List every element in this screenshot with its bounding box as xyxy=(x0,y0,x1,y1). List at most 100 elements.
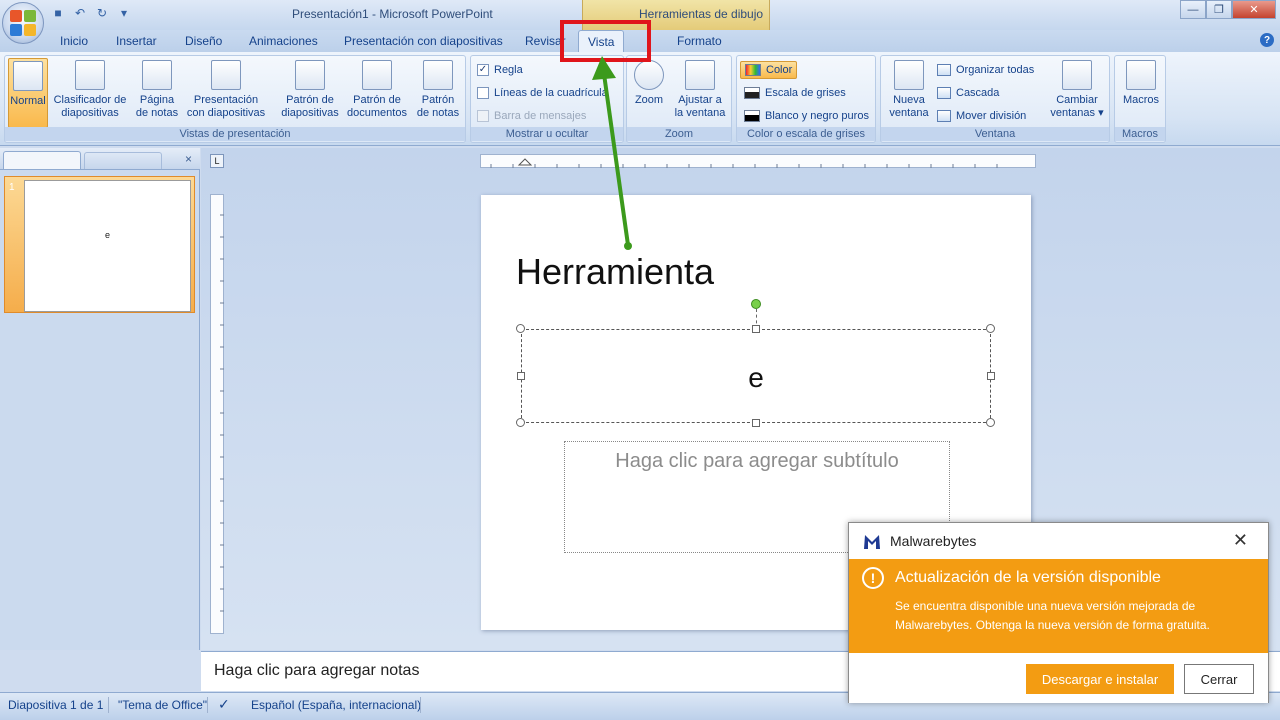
tab-outline[interactable] xyxy=(84,152,162,169)
macros-button[interactable]: Macros xyxy=(1119,58,1163,107)
tab-diseno[interactable]: Diseño xyxy=(185,34,222,48)
slide-thumbnail-selected[interactable]: 1 e xyxy=(4,176,195,313)
toast-message: Se encuentra disponible una nueva versió… xyxy=(895,599,1210,632)
slide-sorter-button[interactable]: Clasificador de diapositivas xyxy=(51,58,129,120)
minimize-button[interactable]: — xyxy=(1180,0,1206,19)
download-install-button[interactable]: Descargar e instalar xyxy=(1026,664,1174,694)
new-window-label-1: Nueva xyxy=(893,94,925,106)
new-window-button[interactable]: Nueva ventana xyxy=(885,58,933,120)
slideshow-label-1: Presentación xyxy=(193,94,259,106)
redo-icon[interactable]: ↻ xyxy=(94,5,110,21)
grayscale-label: Escala de grises xyxy=(765,87,846,99)
black-white-label: Blanco y negro puros xyxy=(765,110,869,122)
switch-windows-button[interactable]: Cambiar ventanas ▾ xyxy=(1047,58,1107,120)
fit-window-button[interactable]: Ajustar a la ventana xyxy=(671,58,729,120)
notes-page-label-2: de notas xyxy=(135,107,179,119)
macros-icon xyxy=(1126,60,1156,90)
color-swatch-icon xyxy=(745,64,761,76)
toast-header: Malwarebytes ✕ xyxy=(849,523,1268,559)
customize-qat-icon[interactable]: ▾ xyxy=(116,5,132,21)
grayscale-button[interactable]: Escala de grises xyxy=(744,87,846,99)
slideshow-icon xyxy=(211,60,241,90)
black-white-icon xyxy=(744,110,760,122)
office-button[interactable] xyxy=(2,2,44,44)
message-bar-checkbox-row: Barra de mensajes xyxy=(477,110,586,122)
status-language[interactable]: Español (España, internacional) xyxy=(251,698,421,712)
malwarebytes-notification: Malwarebytes ✕ ! Actualización de la ver… xyxy=(848,522,1269,703)
color-button[interactable]: Color xyxy=(740,61,798,79)
contextual-tab-title: Herramientas de dibujo xyxy=(639,7,764,21)
close-panel-icon[interactable]: × xyxy=(185,152,192,166)
slides-panel: × 1 e xyxy=(0,148,200,650)
group-macros: Macros Macros xyxy=(1114,55,1166,143)
tab-slides[interactable] xyxy=(3,151,81,169)
ruler-checkbox[interactable]: ✓ xyxy=(477,64,489,76)
resize-handle-bottom-left[interactable] xyxy=(516,418,525,427)
notes-page-button[interactable]: Página de notas xyxy=(133,58,181,120)
malwarebytes-logo-icon xyxy=(864,535,880,549)
selected-textbox[interactable]: e xyxy=(521,329,991,423)
notes-master-button[interactable]: Patrón de notas xyxy=(413,58,463,120)
move-split-label: Mover división xyxy=(956,110,1027,122)
resize-handle-right[interactable] xyxy=(987,372,995,380)
subtitle-placeholder-text: Haga clic para agregar subtítulo xyxy=(615,450,899,472)
new-window-icon xyxy=(894,60,924,90)
tab-animaciones[interactable]: Animaciones xyxy=(249,34,318,48)
group-label-macros: Macros xyxy=(1115,127,1165,141)
gridlines-checkbox-row[interactable]: Líneas de la cuadrícula xyxy=(477,87,608,99)
group-label-color: Color o escala de grises xyxy=(737,127,875,141)
grayscale-icon xyxy=(744,87,760,99)
black-white-button[interactable]: Blanco y negro puros xyxy=(744,110,869,122)
slide-master-button[interactable]: Patrón de diapositivas xyxy=(277,58,343,120)
arrange-all-button[interactable]: Organizar todas xyxy=(937,64,1034,76)
horizontal-ruler[interactable] xyxy=(480,154,1036,168)
slide-master-label-2: diapositivas xyxy=(281,107,339,119)
selected-textbox-text[interactable]: e xyxy=(522,362,990,394)
resize-handle-bottom-right[interactable] xyxy=(986,418,995,427)
slide-master-icon xyxy=(295,60,325,90)
macros-label: Macros xyxy=(1122,94,1160,106)
toast-footer: Descargar e instalar Cerrar xyxy=(849,653,1268,703)
slideshow-button[interactable]: Presentación con diapositivas xyxy=(183,58,269,120)
ruler-checkbox-row[interactable]: ✓ Regla xyxy=(477,64,523,76)
message-bar-checkbox xyxy=(477,110,489,122)
resize-handle-top[interactable] xyxy=(752,325,760,333)
tab-stop-selector[interactable]: L xyxy=(210,154,224,168)
save-icon[interactable]: ■ xyxy=(50,5,66,21)
ruler-label: Regla xyxy=(494,64,523,76)
resize-handle-bottom[interactable] xyxy=(752,419,760,427)
thumbnail-text: e xyxy=(105,230,111,240)
toast-body: ! Actualización de la versión disponible… xyxy=(849,559,1268,653)
close-icon[interactable]: ✕ xyxy=(1233,530,1248,551)
window-controls: — ❐ ✕ xyxy=(1180,0,1276,19)
resize-handle-top-right[interactable] xyxy=(986,324,995,333)
handout-master-label-2: documentos xyxy=(347,107,407,119)
undo-icon[interactable]: ↶ xyxy=(72,5,88,21)
normal-view-button[interactable]: Normal xyxy=(8,58,48,128)
group-vistas: Normal Clasificador de diapositivas Pági… xyxy=(4,55,466,143)
resize-handle-top-left[interactable] xyxy=(516,324,525,333)
switch-windows-label-2: ventanas xyxy=(1050,107,1096,119)
notes-page-label-1: Página xyxy=(139,94,175,106)
handout-master-button[interactable]: Patrón de documentos xyxy=(345,58,409,120)
dropdown-arrow-icon: ▾ xyxy=(1098,107,1104,119)
slide-number: 1 xyxy=(9,182,15,193)
slide-thumbnail[interactable]: e xyxy=(24,180,191,312)
tab-inicio[interactable]: Inicio xyxy=(60,34,88,48)
close-window-button[interactable]: ✕ xyxy=(1232,0,1276,19)
gridlines-checkbox[interactable] xyxy=(477,87,489,99)
tab-presentacion[interactable]: Presentación con diapositivas xyxy=(344,34,503,48)
move-split-button[interactable]: Mover división xyxy=(937,110,1026,122)
fit-window-label-2: la ventana xyxy=(674,107,726,119)
resize-handle-left[interactable] xyxy=(517,372,525,380)
tab-formato[interactable]: Formato xyxy=(677,34,722,48)
cascade-button[interactable]: Cascada xyxy=(937,87,999,99)
restore-button[interactable]: ❐ xyxy=(1206,0,1232,19)
toast-close-button[interactable]: Cerrar xyxy=(1184,664,1254,694)
rotation-handle[interactable] xyxy=(751,299,761,309)
office-logo-icon xyxy=(10,10,36,36)
tab-insertar[interactable]: Insertar xyxy=(116,34,157,48)
vertical-ruler[interactable] xyxy=(210,194,224,634)
help-icon[interactable]: ? xyxy=(1260,33,1274,47)
spellcheck-icon[interactable]: ✓ xyxy=(218,696,230,713)
